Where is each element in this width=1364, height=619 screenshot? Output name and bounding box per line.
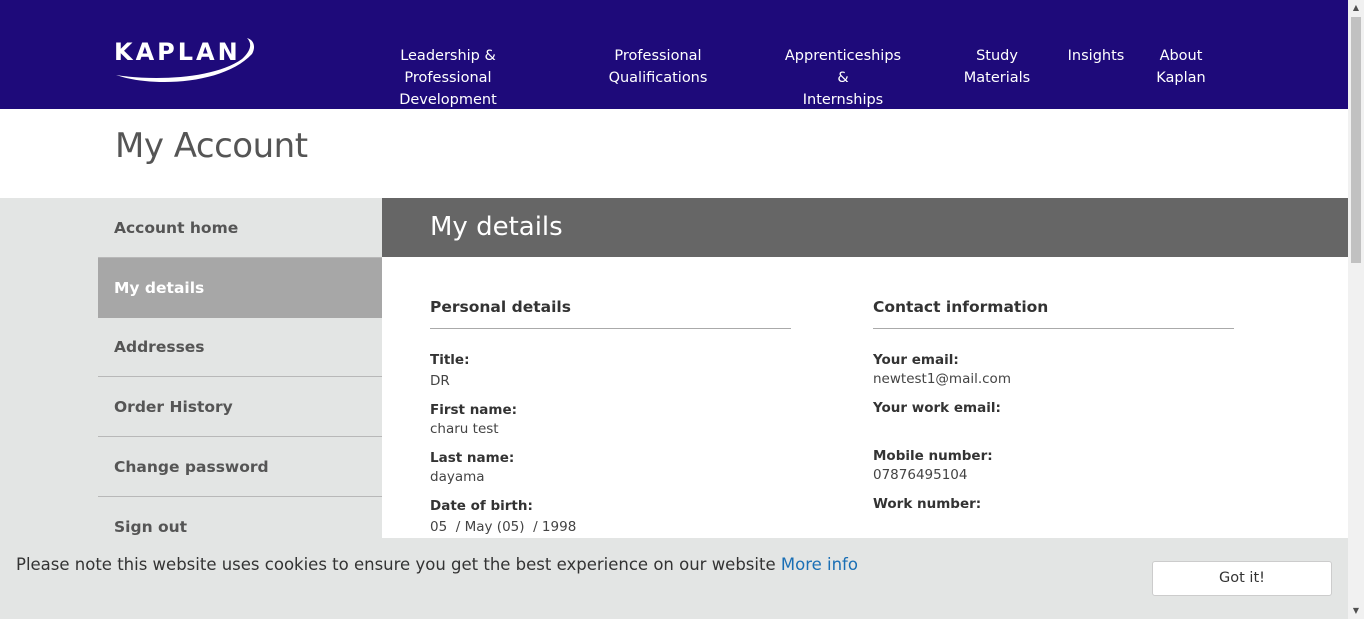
email-value: newtest1@mail.com <box>873 371 1011 387</box>
cookie-message: Please note this website uses cookies to… <box>16 555 858 574</box>
work-number-label: Work number: <box>873 496 982 512</box>
scroll-thumb[interactable] <box>1351 17 1361 263</box>
got-it-button[interactable]: Got it! <box>1152 561 1332 596</box>
sidebar-item-account-home[interactable]: Account home <box>98 198 382 258</box>
last-name-label: Last name: <box>430 450 515 466</box>
nav-leadership-development[interactable]: Leadership & Professional Development <box>358 45 538 111</box>
vertical-scrollbar[interactable]: ▲ ▼ <box>1348 0 1364 619</box>
contact-information-heading: Contact information <box>873 298 1049 316</box>
logo-text: KAPLAN <box>114 38 241 66</box>
contact-information-divider <box>873 328 1234 329</box>
last-name-value: dayama <box>430 469 485 485</box>
nav-study-materials[interactable]: Study Materials <box>962 45 1032 89</box>
scroll-up-icon[interactable]: ▲ <box>1348 0 1364 16</box>
date-of-birth-label: Date of birth: <box>430 498 533 514</box>
sidebar-item-change-password[interactable]: Change password <box>98 437 382 497</box>
details-panel-header: My details <box>382 198 1348 257</box>
sidebar-item-my-details[interactable]: My details <box>98 258 382 318</box>
date-of-birth-value: 05 / May (05) / 1998 <box>430 519 577 535</box>
email-label: Your email: <box>873 352 959 368</box>
page-title: My Account <box>115 126 308 166</box>
nav-professional-qualifications[interactable]: Professional Qualifications <box>606 45 710 89</box>
nav-about-kaplan[interactable]: About Kaplan <box>1154 45 1208 89</box>
personal-details-heading: Personal details <box>430 298 571 316</box>
cookie-banner: Please note this website uses cookies to… <box>0 538 1348 619</box>
personal-details-divider <box>430 328 791 329</box>
title-value: DR <box>430 373 450 389</box>
first-name-label: First name: <box>430 402 518 418</box>
scroll-down-icon[interactable]: ▼ <box>1348 603 1364 619</box>
work-email-label: Your work email: <box>873 400 1001 416</box>
site-header: KAPLAN Leadership & Professional Develop… <box>0 0 1348 109</box>
sidebar-item-order-history[interactable]: Order History <box>98 377 382 437</box>
kaplan-logo[interactable]: KAPLAN <box>114 32 259 84</box>
nav-apprenticeships-internships[interactable]: Apprenticeships & Internships <box>778 45 908 111</box>
details-panel-title: My details <box>430 212 563 242</box>
more-info-link[interactable]: More info <box>781 555 858 574</box>
title-label: Title: <box>430 352 470 368</box>
details-panel: My details Personal details Title: DR Fi… <box>382 198 1348 538</box>
sidebar-item-addresses[interactable]: Addresses <box>98 317 382 377</box>
cookie-message-text: Please note this website uses cookies to… <box>16 555 781 574</box>
nav-insights[interactable]: Insights <box>1066 45 1126 67</box>
page: KAPLAN Leadership & Professional Develop… <box>0 0 1348 619</box>
mobile-number-value: 07876495104 <box>873 467 968 483</box>
mobile-number-label: Mobile number: <box>873 448 993 464</box>
first-name-value: charu test <box>430 421 499 437</box>
